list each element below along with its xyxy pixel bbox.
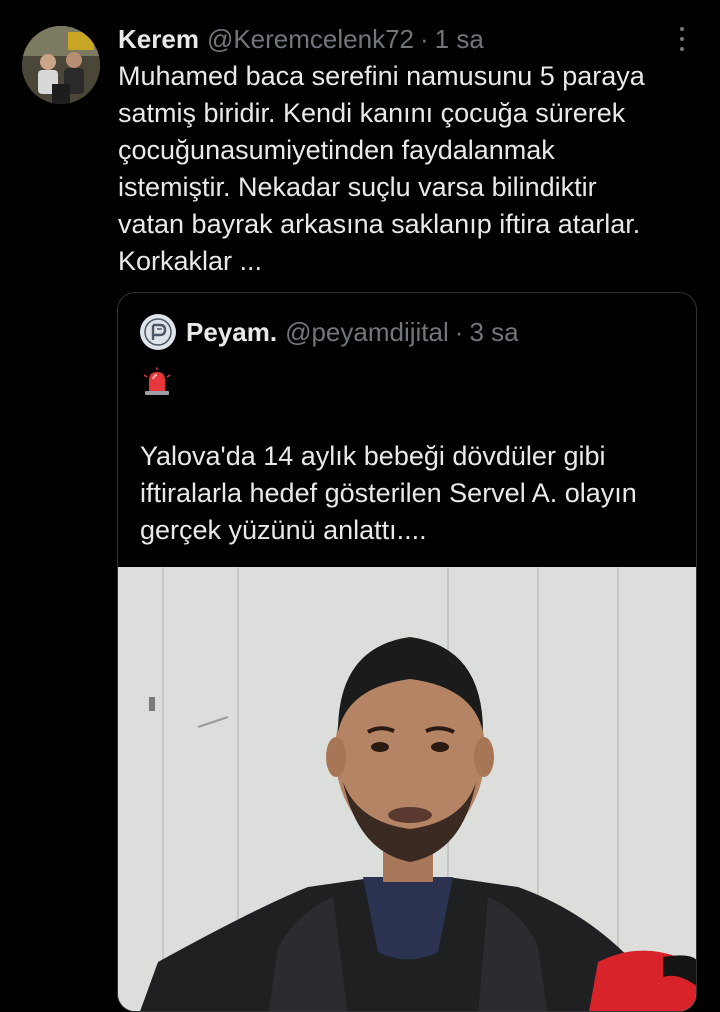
separator-dot: · [420, 23, 429, 54]
news-photo [118, 567, 696, 1011]
avatar-photo [22, 26, 100, 104]
peyam-logo-icon [144, 318, 172, 346]
tweet-text: Muhamed baca serefini namusunu 5 paraya … [118, 61, 645, 276]
media-image[interactable] [118, 567, 696, 1011]
quoted-avatar [140, 314, 176, 350]
tweet-header: Kerem @Keremcelenk72 · 1 sa [118, 22, 484, 56]
tweet[interactable]: Kerem @Keremcelenk72 · 1 sa Muhamed baca… [0, 0, 720, 1012]
quoted-tweet[interactable]: Peyam. @peyamdijital · 3 sa Yalova'da 14… [117, 292, 697, 1012]
quoted-timestamp[interactable]: 3 sa [469, 317, 518, 348]
quoted-display-name[interactable]: Peyam. [186, 317, 277, 348]
user-handle[interactable]: @Keremcelenk72 [207, 24, 414, 55]
quoted-tweet-header: Peyam. @peyamdijital · 3 sa [140, 313, 519, 351]
quoted-separator-dot: · [454, 316, 464, 347]
police-siren-icon [143, 367, 171, 395]
more-options-icon[interactable] [670, 24, 694, 54]
quoted-user-handle[interactable]: @peyamdijital [285, 317, 449, 348]
avatar[interactable] [22, 26, 100, 104]
display-name[interactable]: Kerem [118, 24, 199, 55]
timestamp[interactable]: 1 sa [435, 24, 484, 55]
quoted-tweet-text: Yalova'da 14 aylık bebeği dövdüler gibi … [140, 441, 637, 545]
